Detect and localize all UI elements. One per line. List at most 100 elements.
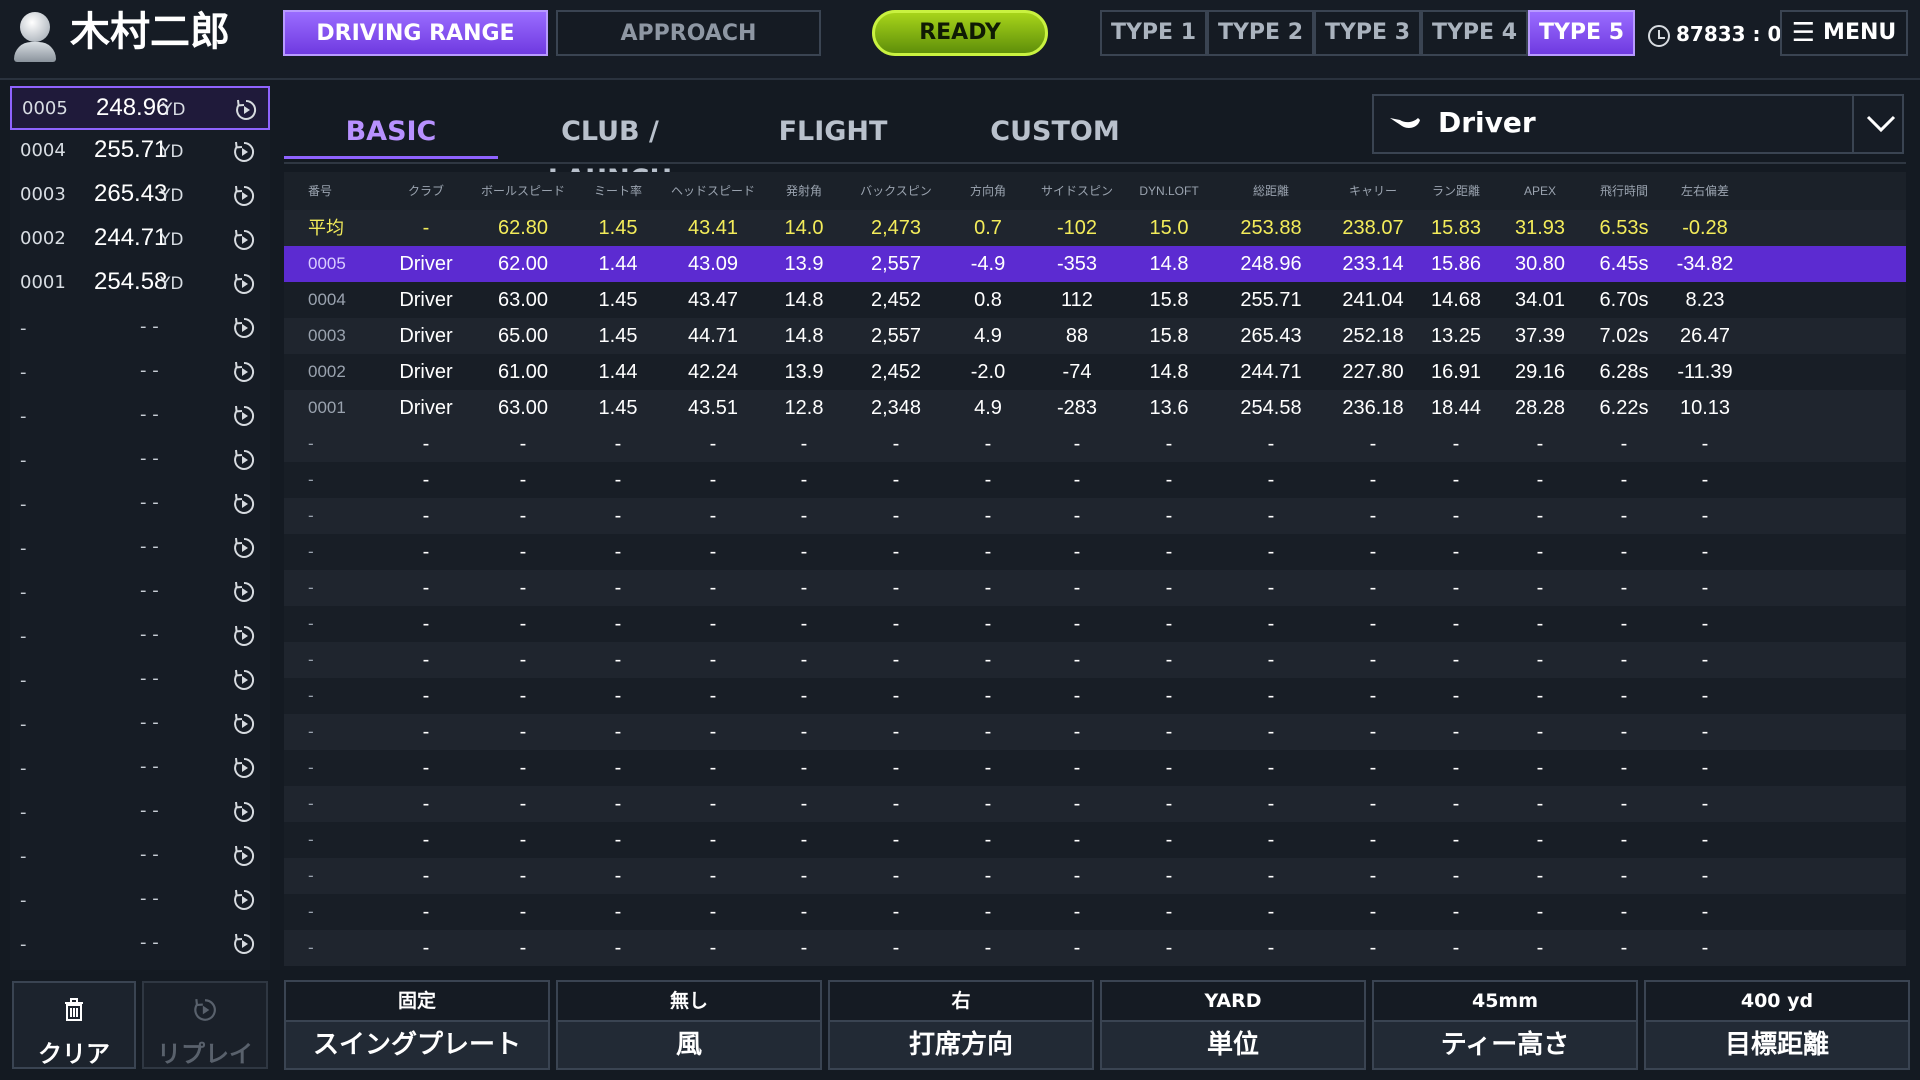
- table-cell: -: [1452, 469, 1460, 491]
- replay-icon[interactable]: [232, 580, 256, 604]
- type-4-button[interactable]: TYPE 4: [1421, 10, 1528, 56]
- table-cell: 6.45s: [1599, 253, 1649, 275]
- table-row-empty[interactable]: ----------------: [284, 894, 1906, 930]
- table-cell: -: [422, 577, 430, 599]
- table-row-empty[interactable]: ----------------: [284, 426, 1906, 462]
- table-cell: -: [709, 937, 717, 959]
- replay-icon[interactable]: [232, 932, 256, 956]
- replay-icon[interactable]: [232, 316, 256, 340]
- table-cell: 255.71: [1240, 289, 1302, 311]
- menu-button[interactable]: ☰ MENU: [1780, 10, 1908, 56]
- replay-button[interactable]: リプレイ: [142, 981, 268, 1069]
- replay-icon[interactable]: [232, 624, 256, 648]
- history-shot-distance: 265.43: [94, 180, 168, 207]
- type-5-button[interactable]: TYPE 5: [1528, 10, 1635, 56]
- chevron-down-icon[interactable]: [1864, 108, 1898, 138]
- tab-flight[interactable]: FLIGHT: [722, 108, 944, 156]
- table-row[interactable]: 0003 Driver 65.00 1.45 44.71 14.8 2,557 4.9 88 15…: [284, 318, 1906, 354]
- history-item-empty[interactable]: -- -: [10, 350, 270, 394]
- average-row[interactable]: 平均 - 62.80 1.45 43.41 14.0 2,473 0.7 -102 15.0 253…: [284, 210, 1906, 246]
- history-item-empty[interactable]: -- -: [10, 702, 270, 746]
- table-row-empty[interactable]: ----------------: [284, 534, 1906, 570]
- history-item-empty[interactable]: -- -: [10, 394, 270, 438]
- ready-status-button[interactable]: READY: [872, 10, 1048, 56]
- table-cell: -: [519, 433, 527, 455]
- history-item-empty[interactable]: -- -: [10, 746, 270, 790]
- table-cell: -: [308, 758, 314, 777]
- wind-setting-button[interactable]: 無し風: [556, 980, 822, 1070]
- table-cell: -: [892, 757, 900, 779]
- type-1-button[interactable]: TYPE 1: [1100, 10, 1207, 56]
- tab-basic[interactable]: BASIC: [284, 108, 498, 159]
- unit-setting-button[interactable]: YARD 単位: [1100, 980, 1366, 1070]
- replay-icon[interactable]: [232, 404, 256, 428]
- replay-icon[interactable]: [232, 800, 256, 824]
- history-item-empty[interactable]: -- -: [10, 790, 270, 834]
- replay-icon[interactable]: [232, 184, 256, 208]
- approach-button[interactable]: APPROACH: [556, 10, 821, 56]
- history-empty-distance: - -: [140, 624, 159, 645]
- table-cell: -: [519, 613, 527, 635]
- history-item-empty[interactable]: -- -: [10, 834, 270, 878]
- history-item-empty[interactable]: -- -: [10, 878, 270, 922]
- table-cell: 15.8: [1149, 289, 1189, 311]
- history-item-empty[interactable]: -- -: [10, 482, 270, 526]
- table-row[interactable]: 0001 Driver 63.00 1.45 43.51 12.8 2,348 4.9 -283…: [284, 390, 1906, 426]
- table-row-empty[interactable]: ----------------: [284, 786, 1906, 822]
- replay-icon[interactable]: [232, 228, 256, 252]
- table-cell: -: [1369, 865, 1377, 887]
- table-row-empty[interactable]: ----------------: [284, 714, 1906, 750]
- driving-range-button[interactable]: DRIVING RANGE: [283, 10, 548, 56]
- tee-height-setting-button[interactable]: 45mm ティー高さ: [1372, 980, 1638, 1070]
- history-item-empty[interactable]: -- -: [10, 526, 270, 570]
- tab-custom[interactable]: CUSTOM: [944, 108, 1166, 156]
- replay-icon[interactable]: [232, 492, 256, 516]
- history-item[interactable]: 0001 254.58 YD: [10, 262, 270, 306]
- replay-icon[interactable]: [232, 668, 256, 692]
- table-row-empty[interactable]: ----------------: [284, 678, 1906, 714]
- table-row-empty[interactable]: ----------------: [284, 930, 1906, 966]
- tee-direction-setting-button[interactable]: 右打席方向: [828, 980, 1094, 1070]
- table-cell: -: [1369, 757, 1377, 779]
- table-row-empty[interactable]: ----------------: [284, 606, 1906, 642]
- target-distance-setting-button[interactable]: 400 yd 目標距離: [1644, 980, 1910, 1070]
- table-row[interactable]: 0004 Driver 63.00 1.45 43.47 14.8 2,452 0.8 112 1…: [284, 282, 1906, 318]
- replay-icon[interactable]: [232, 360, 256, 384]
- history-item[interactable]: 0004 255.71 YD: [10, 130, 270, 174]
- table-cell: -: [1701, 685, 1709, 707]
- table-row-empty[interactable]: ----------------: [284, 498, 1906, 534]
- table-row-empty[interactable]: ----------------: [284, 858, 1906, 894]
- history-item[interactable]: 0002 244.71 YD: [10, 218, 270, 262]
- table-row[interactable]: 0005 Driver 62.00 1.44 43.09 13.9 2,557 -4.9 -35…: [284, 246, 1906, 282]
- replay-icon[interactable]: [232, 712, 256, 736]
- history-item[interactable]: 0005 248.96 YD: [10, 86, 270, 130]
- history-item-empty[interactable]: -- -: [10, 658, 270, 702]
- table-row-empty[interactable]: ----------------: [284, 462, 1906, 498]
- swing-plate-setting-button[interactable]: 固定 スイングプレート: [284, 980, 550, 1070]
- replay-icon[interactable]: [232, 536, 256, 560]
- replay-icon[interactable]: [232, 272, 256, 296]
- history-item-empty[interactable]: -- -: [10, 570, 270, 614]
- replay-icon[interactable]: [232, 140, 256, 164]
- history-item[interactable]: 0003 265.43 YD: [10, 174, 270, 218]
- replay-icon[interactable]: [232, 844, 256, 868]
- table-row-empty[interactable]: ----------------: [284, 642, 1906, 678]
- replay-icon[interactable]: [234, 98, 258, 122]
- history-item-empty[interactable]: -- -: [10, 614, 270, 658]
- clear-button[interactable]: クリア: [12, 981, 136, 1069]
- table-row-empty[interactable]: ----------------: [284, 822, 1906, 858]
- club-select[interactable]: Driver: [1372, 94, 1904, 154]
- type-3-button[interactable]: TYPE 3: [1314, 10, 1421, 56]
- replay-icon[interactable]: [232, 448, 256, 472]
- history-item-empty[interactable]: -- -: [10, 922, 270, 966]
- table-row-empty[interactable]: ----------------: [284, 570, 1906, 606]
- table-row[interactable]: 0002 Driver 61.00 1.44 42.24 13.9 2,452 -2.0 -74…: [284, 354, 1906, 390]
- tab-club-launch[interactable]: CLUB / LAUNCH: [498, 108, 722, 195]
- replay-icon[interactable]: [232, 756, 256, 780]
- history-item-empty[interactable]: -- -: [10, 306, 270, 350]
- history-item-empty[interactable]: -- -: [10, 438, 270, 482]
- table-row-empty[interactable]: ----------------: [284, 750, 1906, 786]
- table-cell: -: [519, 721, 527, 743]
- replay-icon[interactable]: [232, 888, 256, 912]
- type-2-button[interactable]: TYPE 2: [1207, 10, 1314, 56]
